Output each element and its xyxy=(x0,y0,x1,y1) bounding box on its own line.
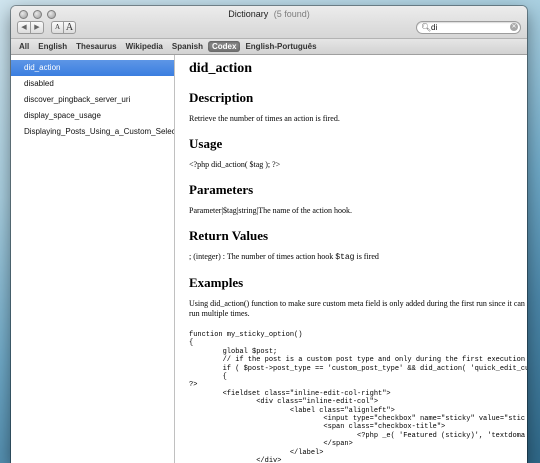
search-field[interactable]: 🔍︎ di ✕ xyxy=(416,21,521,34)
code-line: <input type="checkbox" name="sticky" val… xyxy=(189,415,526,424)
code-line: if ( $post->post_type == 'custom_post_ty… xyxy=(189,364,527,373)
usage-heading: Usage xyxy=(189,136,223,151)
return-values-text: ; (integer) : The number of times action… xyxy=(189,252,527,263)
window-title: Dictionary (5 found) xyxy=(11,9,527,19)
code-line: function my_sticky_option() xyxy=(189,331,303,339)
return-prefix: ; (integer) : The number of times action… xyxy=(189,252,336,261)
forward-button[interactable]: ▶ xyxy=(30,21,44,34)
code-line: global $post; xyxy=(189,347,278,356)
code-line: </div> xyxy=(189,457,282,463)
search-input[interactable]: di xyxy=(431,22,437,33)
code-line: <label class="alignleft"> xyxy=(189,406,395,415)
code-line: <?php _e( 'Featured (sticky)', 'textdoma xyxy=(189,431,526,440)
decrease-font-button[interactable]: A xyxy=(51,21,63,34)
sidebar-entry[interactable]: did_action xyxy=(11,60,174,76)
search-icon: 🔍︎ xyxy=(421,23,432,32)
dictionary-window: Dictionary (5 found) ◀ ▶ A A 🔍︎ di ✕ All… xyxy=(11,6,527,463)
return-code: $tag xyxy=(335,253,355,262)
source-scope-bar: All English Thesaurus Wikipedia Spanish Codex… xyxy=(11,39,527,55)
scope-codex[interactable]: Codex xyxy=(208,41,241,52)
code-line: // if the post is a custom post type and… xyxy=(189,356,526,365)
code-line: { xyxy=(189,373,227,382)
article-title: did_action xyxy=(189,61,253,76)
code-line: <div class="inline-edit-col"> xyxy=(189,398,379,407)
back-button[interactable]: ◀ xyxy=(17,21,30,34)
code-line: </label> xyxy=(189,448,324,457)
examples-heading: Examples xyxy=(189,275,244,290)
article-content: did_action Description Retrieve the numb… xyxy=(175,55,527,463)
scope-wikipedia[interactable]: Wikipedia xyxy=(122,41,167,52)
parameters-text: Parameter|$tag|string|The name of the ac… xyxy=(189,206,352,215)
parameters-heading: Parameters xyxy=(189,182,254,197)
description-text: Retrieve the number of times an action i… xyxy=(189,114,340,123)
code-line: </span> xyxy=(189,440,353,449)
scope-thesaurus[interactable]: Thesaurus xyxy=(72,41,120,52)
sidebar-entry[interactable]: display_space_usage xyxy=(11,108,174,124)
scope-english-portugu-s[interactable]: English-Português xyxy=(241,41,320,52)
return-values-heading: Return Values xyxy=(189,228,269,243)
return-suffix: is fired xyxy=(354,252,379,261)
sidebar-entry[interactable]: discover_pingback_server_uri xyxy=(11,92,174,108)
results-sidebar: did_action disabled discover_pingback_serv… xyxy=(11,55,175,463)
examples-text: Using did_action() function to make sure… xyxy=(189,299,525,318)
result-count: (5 found) xyxy=(273,9,310,19)
code-line: ?> xyxy=(189,381,198,390)
usage-text: <?php did_action( $tag ); ?> xyxy=(189,160,281,169)
example-code-block: function my_sticky_option(){ global $pos… xyxy=(189,331,527,463)
sidebar-entry[interactable]: disabled xyxy=(11,76,174,92)
scope-english[interactable]: English xyxy=(34,41,71,52)
sidebar-entry[interactable]: Displaying_Posts_Using_a_Custom_Select_Q… xyxy=(11,124,174,140)
code-line: { xyxy=(189,339,194,348)
window-title-text: Dictionary xyxy=(228,9,269,19)
scope-all[interactable]: All xyxy=(15,41,33,52)
description-heading: Description xyxy=(189,90,254,105)
title-bar: Dictionary (5 found) ◀ ▶ A A 🔍︎ di ✕ xyxy=(11,6,527,39)
navigation-buttons: ◀ ▶ xyxy=(17,21,44,34)
code-line: <span class="checkbox-title"> xyxy=(189,423,446,432)
font-size-buttons: A A xyxy=(51,21,76,34)
clear-search-icon[interactable]: ✕ xyxy=(510,23,518,31)
code-line: <fieldset class="inline-edit-col-right"> xyxy=(189,389,391,398)
scope-spanish[interactable]: Spanish xyxy=(168,41,207,52)
increase-font-button[interactable]: A xyxy=(63,21,76,34)
